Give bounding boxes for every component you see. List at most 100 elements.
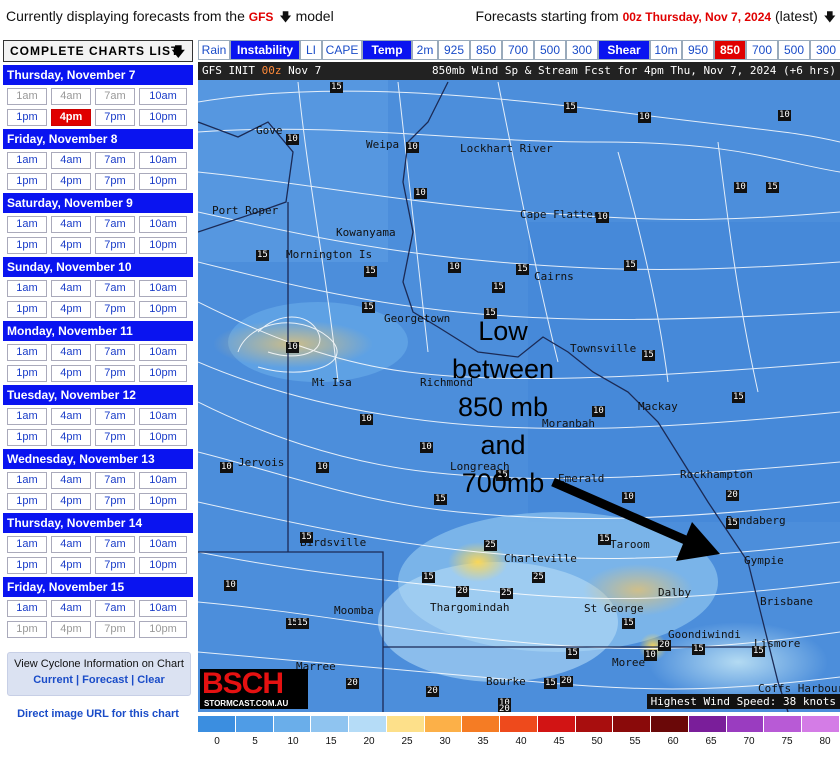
cyclone-current-link[interactable]: Current (33, 674, 73, 686)
time-slot-button[interactable]: 1pm (7, 557, 47, 574)
time-slot-button[interactable]: 7am (95, 600, 135, 617)
time-slot-button[interactable]: 10pm (139, 109, 187, 126)
legend-label: 70 (743, 736, 755, 747)
time-slot-button[interactable]: 7pm (95, 493, 135, 510)
time-slot-button[interactable]: 10am (139, 152, 187, 169)
toolbar-button-850[interactable]: 850 (714, 40, 746, 60)
time-slot-button[interactable]: 1pm (7, 301, 47, 318)
toolbar-button-950[interactable]: 950 (682, 40, 714, 60)
time-slot-button[interactable]: 10pm (139, 429, 187, 446)
time-slot-button[interactable]: 1pm (7, 109, 47, 126)
time-slot-button[interactable]: 10pm (139, 557, 187, 574)
time-slot-button[interactable]: 4pm (51, 557, 91, 574)
toolbar-button-instability[interactable]: Instability (230, 40, 300, 60)
toolbar-button-temp[interactable]: Temp (362, 40, 412, 60)
time-slot-button[interactable]: 10am (139, 88, 187, 105)
time-slot-button[interactable]: 7am (95, 216, 135, 233)
time-slot-button[interactable]: 4am (51, 280, 91, 297)
time-slot-button[interactable]: 10am (139, 344, 187, 361)
time-slot-button[interactable]: 10am (139, 408, 187, 425)
time-slot-button[interactable]: 1am (7, 408, 47, 425)
toolbar-button-700[interactable]: 700 (502, 40, 534, 60)
complete-charts-list-button[interactable]: COMPLETE CHARTS LIST 🡇 (3, 40, 193, 62)
time-slot-button[interactable]: 4pm (51, 429, 91, 446)
time-slot-button[interactable]: 4am (51, 216, 91, 233)
time-slot-button[interactable]: 7am (95, 344, 135, 361)
time-slot-button[interactable]: 7pm (95, 365, 135, 382)
time-slot-button[interactable]: 4pm (51, 173, 91, 190)
model-dropdown-icon[interactable]: 🡇 (279, 10, 291, 24)
cyclone-forecast-link[interactable]: Forecast (82, 674, 128, 686)
time-slot-button[interactable]: 7pm (95, 557, 135, 574)
time-slot-button[interactable]: 4pm (51, 237, 91, 254)
time-slot-button[interactable]: 1pm (7, 365, 47, 382)
time-slot-button[interactable]: 10am (139, 600, 187, 617)
wind-speed-legend: 0 5 10 15 20 25 30 35 40 45 50 55 60 65 70 75 80 (198, 716, 840, 768)
time-slot-button[interactable]: 7am (95, 408, 135, 425)
time-slot-button[interactable]: 10pm (139, 365, 187, 382)
start-value[interactable]: 00z Thursday, Nov 7, 2024 (623, 10, 772, 24)
time-slot-button[interactable]: 4am (51, 344, 91, 361)
time-slot-button[interactable]: 1am (7, 216, 47, 233)
time-slot-button[interactable]: 4pm (51, 301, 91, 318)
time-slot-button[interactable]: 10am (139, 536, 187, 553)
time-slot-button[interactable]: 1pm (7, 429, 47, 446)
start-dropdown-icon[interactable]: 🡇 (824, 10, 836, 24)
toolbar-button-2m[interactable]: 2m (412, 40, 438, 60)
direct-image-url-link[interactable]: Direct image URL for this chart (3, 708, 193, 720)
time-slot-button[interactable]: 1am (7, 600, 47, 617)
wind-speed-marker: 15 (692, 644, 705, 655)
time-slot-button[interactable]: 1am (7, 280, 47, 297)
time-slot-button[interactable]: 10pm (139, 237, 187, 254)
time-slot-button[interactable]: 7pm (95, 109, 135, 126)
wind-speed-marker: 15 (492, 282, 505, 293)
toolbar-button-300[interactable]: 300 (810, 40, 840, 60)
time-slot-button[interactable]: 1am (7, 472, 47, 489)
time-slot-button[interactable]: 10pm (139, 173, 187, 190)
toolbar-button-shear[interactable]: Shear (598, 40, 650, 60)
time-slot-button[interactable]: 4am (51, 152, 91, 169)
toolbar-button-rain[interactable]: Rain (198, 40, 230, 60)
time-slot-button[interactable]: 1am (7, 152, 47, 169)
forecast-start-info: Forecasts starting from 00z Thursday, No… (476, 8, 836, 29)
time-slot-button[interactable]: 7am (95, 280, 135, 297)
wind-speed-marker: 15 (622, 618, 635, 629)
day-heading: Thursday, November 7 (3, 65, 193, 85)
time-slot-button[interactable]: 4pm (51, 109, 91, 126)
time-slot-button[interactable]: 4am (51, 536, 91, 553)
time-slot-button[interactable]: 7pm (95, 429, 135, 446)
time-slot-button[interactable]: 10pm (139, 493, 187, 510)
time-slot-button[interactable]: 7pm (95, 301, 135, 318)
toolbar-button-500[interactable]: 500 (778, 40, 810, 60)
cyclone-clear-link[interactable]: Clear (137, 674, 165, 686)
model-name[interactable]: GFS (249, 10, 274, 24)
time-slot-button[interactable]: 1am (7, 536, 47, 553)
time-slot-button[interactable]: 7pm (95, 173, 135, 190)
place-label: Mt Isa (312, 376, 352, 389)
time-slot-button[interactable]: 7am (95, 536, 135, 553)
toolbar-button-10m[interactable]: 10m (650, 40, 682, 60)
time-slot-button[interactable]: 1pm (7, 173, 47, 190)
time-slot-button[interactable]: 4pm (51, 365, 91, 382)
toolbar-button-cape[interactable]: CAPE (322, 40, 362, 60)
time-slot-button[interactable]: 1pm (7, 493, 47, 510)
time-slot-button[interactable]: 10am (139, 472, 187, 489)
toolbar-button-500[interactable]: 500 (534, 40, 566, 60)
time-slot-button[interactable]: 1am (7, 344, 47, 361)
time-slot-button[interactable]: 4am (51, 600, 91, 617)
time-slot-button[interactable]: 1pm (7, 237, 47, 254)
time-slot-button[interactable]: 4am (51, 408, 91, 425)
toolbar-button-li[interactable]: LI (300, 40, 322, 60)
time-slot-button[interactable]: 7am (95, 472, 135, 489)
toolbar-button-850[interactable]: 850 (470, 40, 502, 60)
time-slot-button[interactable]: 7pm (95, 237, 135, 254)
time-slot-button[interactable]: 4pm (51, 493, 91, 510)
toolbar-button-925[interactable]: 925 (438, 40, 470, 60)
toolbar-button-700[interactable]: 700 (746, 40, 778, 60)
time-slot-button[interactable]: 10pm (139, 301, 187, 318)
time-slot-button[interactable]: 4am (51, 472, 91, 489)
time-slot-button[interactable]: 7am (95, 152, 135, 169)
toolbar-button-300[interactable]: 300 (566, 40, 598, 60)
time-slot-button[interactable]: 10am (139, 216, 187, 233)
time-slot-button[interactable]: 10am (139, 280, 187, 297)
